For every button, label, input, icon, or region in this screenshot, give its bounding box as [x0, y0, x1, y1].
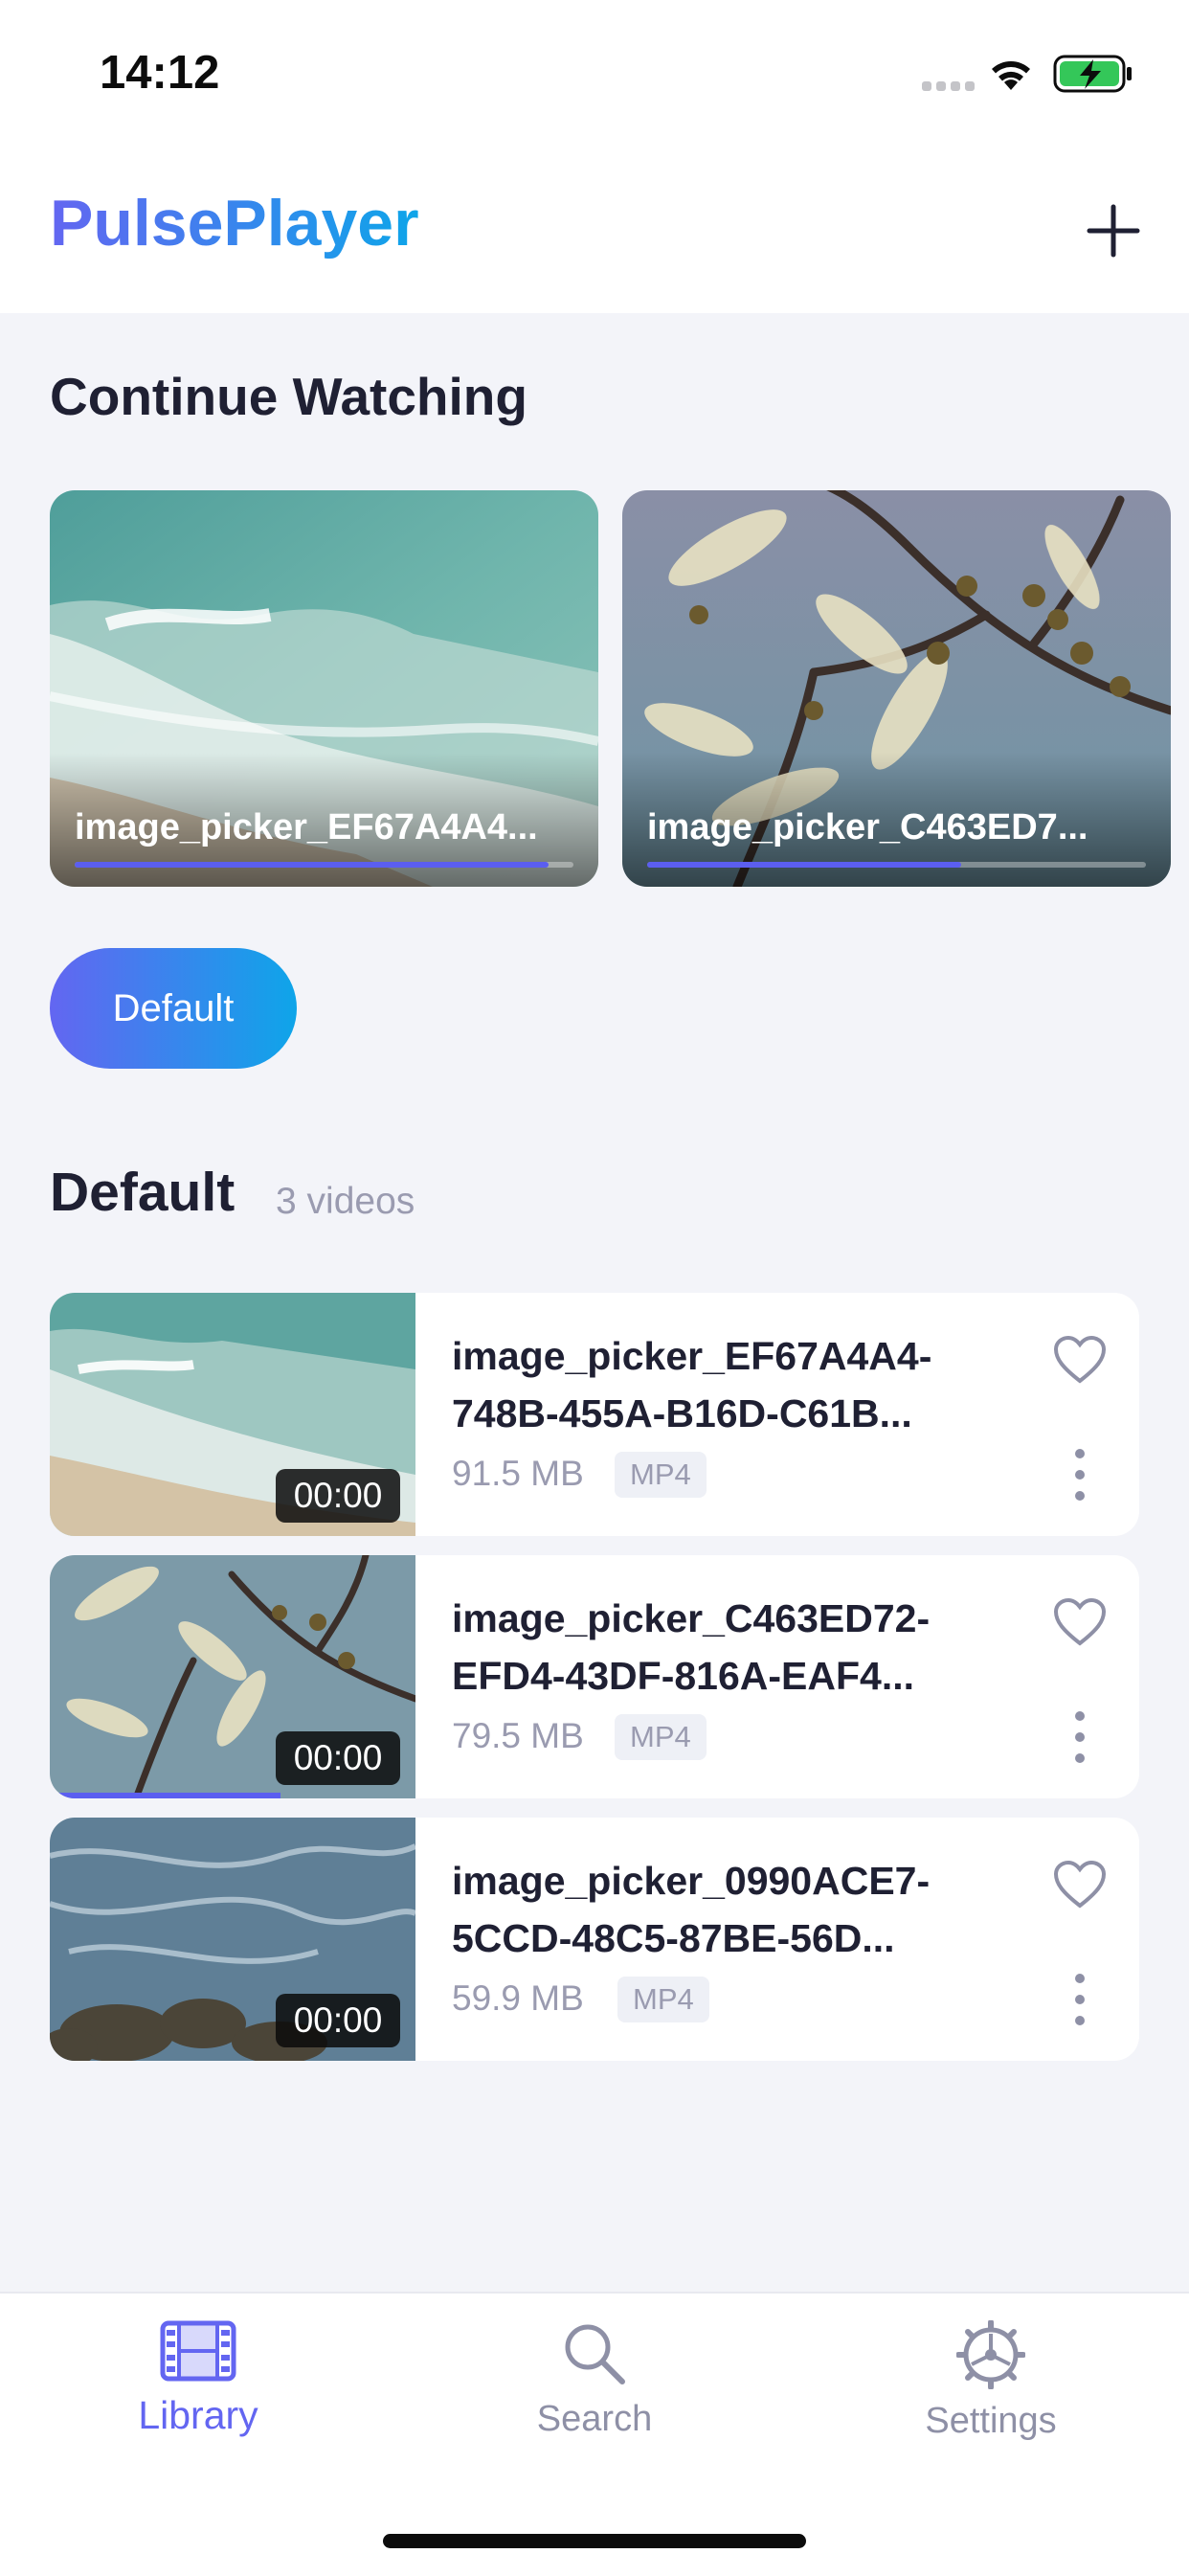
- continue-watching-card[interactable]: image_picker_C463ED7...: [622, 490, 1171, 887]
- watch-progress-fill: [50, 1793, 280, 1798]
- video-duration: 00:00: [276, 1469, 400, 1523]
- more-options-icon[interactable]: [1065, 1971, 1095, 2028]
- group-title: Default: [50, 1162, 236, 1223]
- status-time: 14:12: [100, 47, 220, 99]
- heart-icon[interactable]: [1053, 1335, 1107, 1385]
- more-options-icon[interactable]: [1065, 1708, 1095, 1766]
- video-thumbnail: 00:00: [50, 1293, 415, 1536]
- video-name-line: 5CCD-48C5-87BE-56D...: [452, 1916, 895, 1960]
- tab-settings[interactable]: Settings: [876, 2320, 1106, 2464]
- add-icon[interactable]: [1086, 203, 1141, 259]
- video-list-item[interactable]: 00:00 image_picker_EF67A4A4- 748B-455A-B…: [50, 1293, 1139, 1536]
- video-size: 91.5 MB: [452, 1454, 584, 1493]
- status-bar: 14:12: [0, 0, 1189, 144]
- home-indicator: [383, 2534, 806, 2548]
- tab-label: Search: [536, 2399, 653, 2439]
- folder-chip-default[interactable]: Default: [50, 948, 297, 1069]
- app-title: PulsePlayer: [50, 187, 419, 260]
- format-badge: MP4: [615, 1714, 707, 1760]
- continue-watching-title: Continue Watching: [50, 367, 528, 426]
- video-duration: 00:00: [276, 1731, 400, 1785]
- video-name-line: image_picker_EF67A4A4-: [452, 1334, 932, 1378]
- continue-watching-title-text: image_picker_EF67A4A4...: [75, 807, 538, 847]
- video-thumbnail: 00:00: [50, 1818, 415, 2061]
- watch-progress-bar: [647, 862, 1146, 868]
- video-size: 59.9 MB: [452, 1978, 584, 2018]
- format-badge: MP4: [617, 1977, 709, 2022]
- wifi-icon: [992, 61, 1030, 90]
- watch-progress-fill: [75, 862, 549, 868]
- video-name-line: 748B-455A-B16D-C61B...: [452, 1391, 912, 1435]
- cellular-signal-icon: [922, 81, 975, 91]
- film-icon: [160, 2320, 236, 2382]
- tab-search[interactable]: Search: [480, 2320, 709, 2464]
- group-video-count: 3 videos: [276, 1181, 415, 1222]
- gear-icon: [956, 2320, 1025, 2389]
- more-options-icon[interactable]: [1065, 1446, 1095, 1503]
- search-icon: [565, 2324, 625, 2384]
- tab-library[interactable]: Library: [83, 2320, 313, 2464]
- continue-watching-title-text: image_picker_C463ED7...: [647, 807, 1088, 847]
- watch-progress-bar: [75, 862, 573, 868]
- video-name: image_picker_EF67A4A4- 748B-455A-B16D-C6…: [452, 1327, 988, 1442]
- video-name: image_picker_0990ACE7- 5CCD-48C5-87BE-56…: [452, 1852, 988, 1967]
- video-size: 79.5 MB: [452, 1716, 584, 1755]
- video-name-line: EFD4-43DF-816A-EAF4...: [452, 1654, 915, 1698]
- heart-icon[interactable]: [1053, 1860, 1107, 1909]
- continue-watching-card[interactable]: image_picker_EF67A4A4...: [50, 490, 598, 887]
- video-list-item[interactable]: 00:00 image_picker_0990ACE7- 5CCD-48C5-8…: [50, 1818, 1139, 2061]
- video-thumbnail: 00:00: [50, 1555, 415, 1798]
- heart-icon[interactable]: [1053, 1597, 1107, 1647]
- tab-label: Settings: [925, 2401, 1057, 2441]
- tab-label: Library: [138, 2393, 258, 2437]
- app-header: PulsePlayer: [0, 144, 1189, 313]
- video-name-line: image_picker_C463ED72-: [452, 1596, 931, 1640]
- format-badge: MP4: [615, 1452, 707, 1498]
- video-name: image_picker_C463ED72- EFD4-43DF-816A-EA…: [452, 1590, 988, 1705]
- video-duration: 00:00: [276, 1994, 400, 2047]
- video-name-line: image_picker_0990ACE7-: [452, 1859, 931, 1903]
- battery-charging-icon: [1053, 55, 1132, 93]
- watch-progress-fill: [647, 862, 962, 868]
- video-list-item[interactable]: 00:00 image_picker_C463ED72- EFD4-43DF-8…: [50, 1555, 1139, 1798]
